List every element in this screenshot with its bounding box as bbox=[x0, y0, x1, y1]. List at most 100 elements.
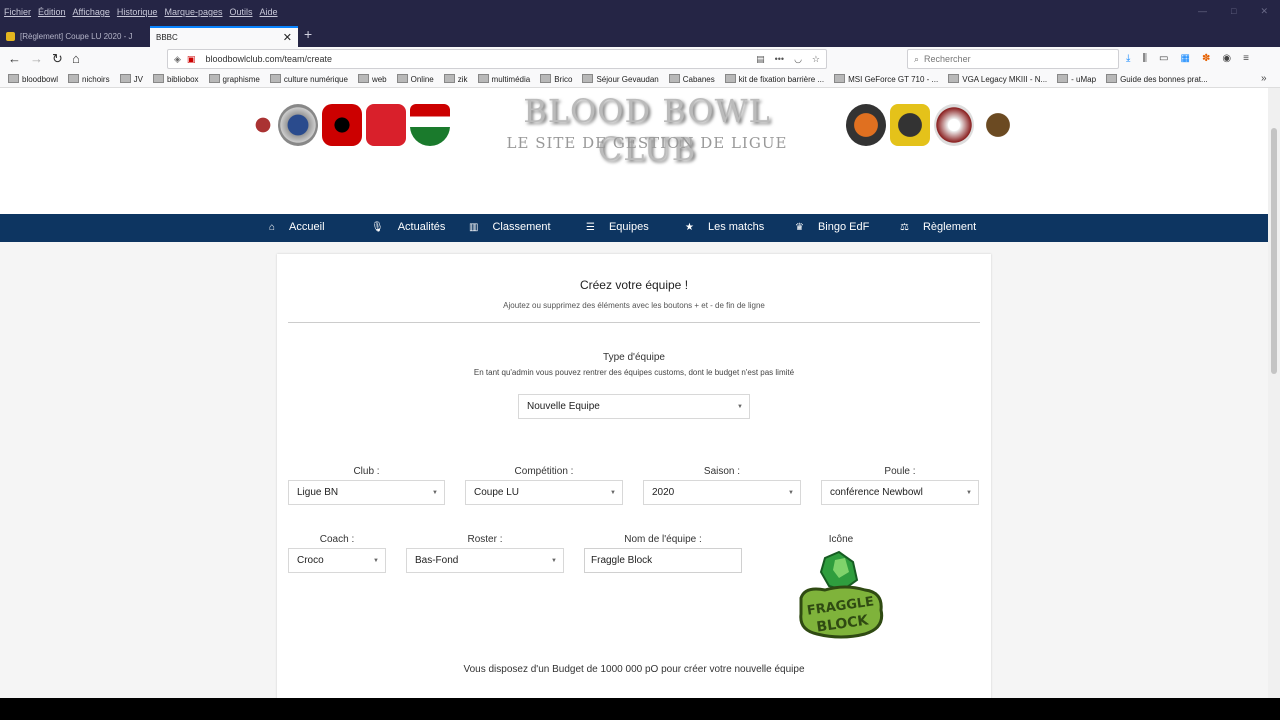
nav-classement[interactable]: ▥ Classement bbox=[469, 221, 551, 233]
bookmark-item[interactable]: web bbox=[358, 74, 387, 84]
screenshot-icon[interactable]: ▦ bbox=[1180, 53, 1189, 64]
back-icon[interactable]: ← bbox=[8, 51, 21, 66]
lock-icon[interactable]: ▣ bbox=[187, 54, 196, 65]
chevron-down-icon: ▼ bbox=[737, 404, 743, 410]
page-scrollbar[interactable] bbox=[1268, 88, 1280, 698]
maximize-icon[interactable]: □ bbox=[1231, 6, 1236, 17]
pool-select[interactable]: conférence Newbowl ▼ bbox=[821, 480, 979, 505]
search-input[interactable]: ⌕ Rechercher bbox=[907, 49, 1119, 69]
bookmark-item[interactable]: bibliobox bbox=[153, 74, 199, 84]
reload-icon[interactable]: ↻ bbox=[52, 51, 63, 67]
club-logo-icon[interactable] bbox=[934, 104, 974, 146]
menu-affichage[interactable]: Affichage bbox=[73, 7, 110, 17]
site-header: BLOOD BOWL CLUB LE SITE DE GESTION DE LI… bbox=[0, 88, 1268, 214]
bookmarks-overflow-icon[interactable]: » bbox=[1261, 73, 1267, 84]
bookmark-item[interactable]: culture numérique bbox=[270, 74, 348, 84]
club-logo-icon[interactable] bbox=[890, 104, 930, 146]
library-icon[interactable]: ⫼ bbox=[1142, 53, 1147, 64]
menu-edition[interactable]: Édition bbox=[38, 7, 66, 17]
bookmark-item[interactable]: Brico bbox=[540, 74, 572, 84]
team-name-label: Nom de l'équipe : bbox=[624, 534, 702, 545]
account-icon[interactable]: ◉ bbox=[1222, 53, 1231, 64]
club-logo-icon[interactable] bbox=[252, 104, 274, 146]
roster-select[interactable]: Bas-Fond ▼ bbox=[406, 548, 564, 573]
shield-icon[interactable]: ◈ bbox=[174, 54, 181, 65]
extension-icon[interactable]: ✽ bbox=[1202, 53, 1210, 64]
nav-equipes[interactable]: ☰ Equipes bbox=[586, 221, 649, 233]
club-logo-icon[interactable] bbox=[978, 104, 1018, 146]
nav-label: Accueil bbox=[289, 221, 325, 233]
download-icon[interactable]: ⤓ bbox=[1126, 53, 1130, 64]
nav-reglement[interactable]: ⚖ Règlement bbox=[900, 221, 976, 233]
page-viewport: BLOOD BOWL CLUB LE SITE DE GESTION DE LI… bbox=[0, 88, 1268, 698]
bookmark-star-icon[interactable]: ☆ bbox=[812, 54, 820, 65]
forward-icon[interactable]: → bbox=[30, 51, 43, 66]
club-logo-icon[interactable] bbox=[366, 104, 406, 146]
menu-marque-pages[interactable]: Marque-pages bbox=[164, 7, 222, 17]
team-type-select[interactable]: Nouvelle Equipe ▼ bbox=[518, 394, 750, 419]
trophy-icon: ♛ bbox=[795, 222, 804, 233]
club-logo-icon[interactable] bbox=[846, 104, 886, 146]
season-select[interactable]: 2020 ▼ bbox=[643, 480, 801, 505]
team-type-label: Type d'équipe bbox=[603, 352, 665, 363]
bookmark-item[interactable]: VGA Legacy MKIII - N... bbox=[948, 74, 1047, 84]
bookmark-item[interactable]: Séjour Gevaudan bbox=[582, 74, 658, 84]
bookmark-item[interactable]: multimédia bbox=[478, 74, 531, 84]
sidebar-icon[interactable]: ▭ bbox=[1159, 53, 1168, 64]
pocket-icon[interactable]: ◡ bbox=[794, 54, 802, 65]
close-tab-icon[interactable]: ✕ bbox=[283, 31, 292, 44]
close-window-icon[interactable]: ✕ bbox=[1260, 6, 1268, 17]
tab-reglement[interactable]: [Règlement] Coupe LU 2020 - Ju bbox=[0, 26, 148, 47]
nav-bingo[interactable]: ♛ Bingo EdF bbox=[795, 221, 869, 233]
coach-select[interactable]: Croco ▼ bbox=[288, 548, 386, 573]
url-text[interactable]: bloodbowlclub.com/team/create bbox=[205, 54, 332, 64]
nav-accueil[interactable]: ⌂ Accueil bbox=[269, 221, 325, 233]
menu-fichier[interactable]: Fichier bbox=[4, 7, 31, 17]
budget-text: Vous disposez d'un Budget de 1000 000 pO… bbox=[463, 664, 805, 675]
club-logo-icon[interactable] bbox=[410, 104, 450, 146]
menu-historique[interactable]: Historique bbox=[117, 7, 158, 17]
more-actions-icon[interactable]: ••• bbox=[775, 54, 784, 65]
bookmark-item[interactable]: MSI GeForce GT 710 - ... bbox=[834, 74, 938, 84]
home-icon[interactable]: ⌂ bbox=[72, 51, 80, 66]
chevron-down-icon: ▼ bbox=[373, 558, 379, 564]
bookmark-item[interactable]: nichoirs bbox=[68, 74, 110, 84]
bookmark-item[interactable]: zik bbox=[444, 74, 468, 84]
url-bar[interactable]: ◈ ▣ bloodbowlclub.com/team/create ▤ ••• … bbox=[167, 49, 827, 69]
hamburger-menu-icon[interactable]: ≡ bbox=[1243, 53, 1249, 64]
club-logo-icon[interactable] bbox=[322, 104, 362, 146]
chevron-down-icon: ▼ bbox=[432, 490, 438, 496]
nav-actualites[interactable]: 🎙 Actualités bbox=[371, 221, 445, 233]
balance-icon: ⚖ bbox=[900, 222, 909, 233]
new-tab-button[interactable]: + bbox=[304, 26, 312, 42]
bookmark-item[interactable]: Online bbox=[397, 74, 434, 84]
bookmark-item[interactable]: JV bbox=[120, 74, 143, 84]
nav-les-matchs[interactable]: ★ Les matchs bbox=[685, 221, 764, 233]
bookmark-item[interactable]: - uMap bbox=[1057, 74, 1096, 84]
bookmark-item[interactable]: bloodbowl bbox=[8, 74, 58, 84]
bookmark-item[interactable]: Guide des bonnes prat... bbox=[1106, 74, 1208, 84]
roster-value: Bas-Fond bbox=[415, 555, 459, 566]
club-logo-icon[interactable] bbox=[278, 104, 318, 146]
site-title[interactable]: BLOOD BOWL CLUB bbox=[480, 92, 814, 168]
nav-label: Les matchs bbox=[707, 221, 765, 233]
scrollbar-thumb[interactable] bbox=[1271, 128, 1277, 374]
tab-label: BBBC bbox=[156, 33, 178, 42]
competition-select[interactable]: Coupe LU ▼ bbox=[465, 480, 623, 505]
bookmark-item[interactable]: Cabanes bbox=[669, 74, 715, 84]
coach-value: Croco bbox=[297, 555, 324, 566]
team-icon-image[interactable]: FRAGGLE BLOCK bbox=[795, 550, 887, 642]
chevron-down-icon: ▼ bbox=[966, 490, 972, 496]
menu-aide[interactable]: Aide bbox=[260, 7, 278, 17]
menu-outils[interactable]: Outils bbox=[230, 7, 253, 17]
minimize-icon[interactable]: — bbox=[1198, 6, 1207, 17]
club-select[interactable]: Ligue BN ▼ bbox=[288, 480, 445, 505]
bookmark-item[interactable]: kit de fixation barrière ... bbox=[725, 74, 824, 84]
taskbar bbox=[0, 698, 1280, 720]
bookmark-item[interactable]: graphisme bbox=[209, 74, 260, 84]
coach-label: Coach : bbox=[319, 534, 355, 545]
team-name-input[interactable]: Fraggle Block bbox=[584, 548, 742, 573]
reader-view-icon[interactable]: ▤ bbox=[756, 54, 765, 65]
tab-bbbc[interactable]: BBBC ✕ bbox=[150, 26, 298, 47]
site-subtitle: LE SITE DE GESTION DE LIGUE bbox=[506, 134, 788, 152]
